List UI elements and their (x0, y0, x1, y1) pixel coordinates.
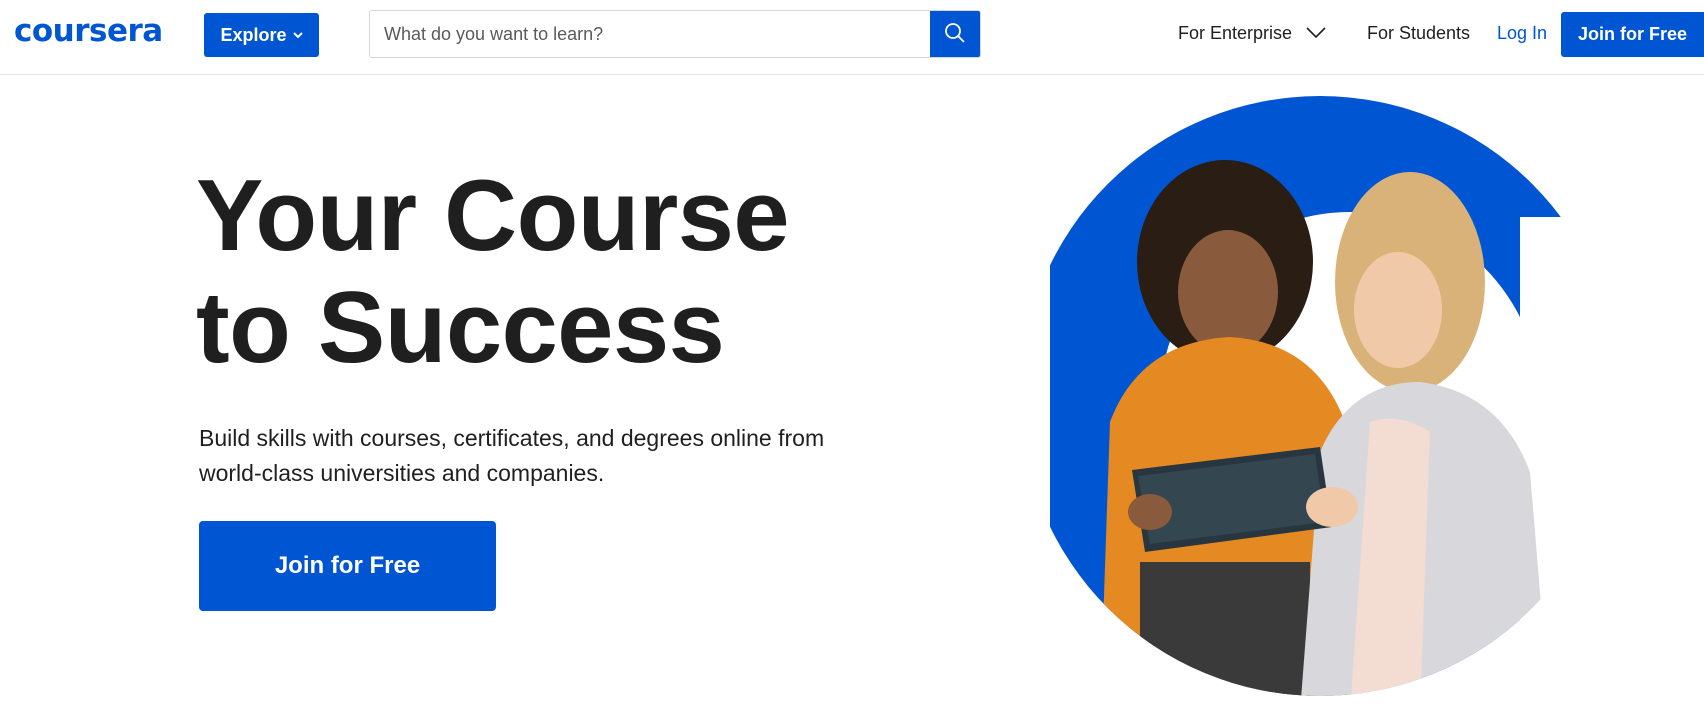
search-bar (369, 10, 981, 58)
top-navigation-bar: coursera Explore For Enterprise For Stud… (0, 0, 1704, 75)
login-link[interactable]: Log In (1497, 23, 1547, 44)
chevron-down-icon (292, 30, 303, 42)
hero-title-line-1: Your Course (196, 160, 790, 272)
hero-photo-illustration (1020, 96, 1620, 696)
hero-title-line-2: to Success (196, 272, 725, 384)
nav-for-enterprise[interactable]: For Enterprise (1178, 23, 1326, 44)
join-for-free-hero-button[interactable]: Join for Free (199, 521, 496, 611)
search-button[interactable] (930, 11, 980, 57)
hero-subtitle: Build skills with courses, certificates,… (199, 425, 825, 486)
nav-for-enterprise-label: For Enterprise (1178, 23, 1293, 43)
hero-illustration (1020, 92, 1620, 700)
explore-button[interactable]: Explore (204, 13, 319, 57)
search-icon (944, 22, 966, 47)
explore-label: Explore (220, 24, 287, 45)
search-input[interactable] (370, 11, 932, 57)
coursera-logo[interactable]: coursera (14, 13, 163, 49)
nav-for-students[interactable]: For Students (1367, 23, 1470, 44)
hero-title: Your Course to Success (196, 160, 790, 384)
join-for-free-header-button[interactable]: Join for Free (1561, 12, 1704, 57)
chevron-down-icon (1306, 23, 1326, 44)
